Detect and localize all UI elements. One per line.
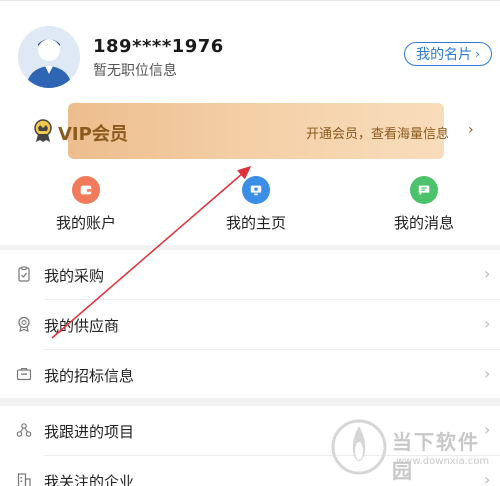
my-card-label: 我的名片 <box>416 47 473 63</box>
quick-my-messages[interactable]: 我的消息 <box>369 176 479 236</box>
quick-label: 我的消息 <box>393 214 454 232</box>
quick-label: 我的账户 <box>55 214 116 232</box>
chevron-right-icon: › <box>475 47 480 61</box>
watermark-logo-icon <box>331 419 387 475</box>
menu-label: 我跟进的项目 <box>44 423 135 441</box>
menu-label: 我的供应商 <box>44 317 120 335</box>
chevron-right-icon: › <box>484 264 491 283</box>
menu-item-my-tenders[interactable]: 我的招标信息 › <box>0 350 500 400</box>
supplier-badge-icon <box>18 316 30 332</box>
quick-my-homepage[interactable]: 我的主页 <box>201 176 311 236</box>
quick-my-account[interactable]: 我的账户 <box>31 176 141 236</box>
my-card-button[interactable]: 我的名片 › <box>404 42 492 66</box>
job-info: 暂无职位信息 <box>93 63 177 79</box>
project-icon <box>16 423 32 437</box>
user-phone: 189****1976 <box>93 36 224 57</box>
watermark: 当下软件园 www.downxia.com <box>330 418 496 483</box>
watermark-title: 当下软件园 <box>392 430 480 483</box>
profile-section: 189****1976 暂无职位信息 我的名片 › VIP会员 开通会员，查看海… <box>0 0 500 245</box>
avatar[interactable] <box>18 26 80 88</box>
divider <box>0 0 500 1</box>
vip-description: 开通会员，查看海量信息 <box>306 127 450 142</box>
menu-group-procurement: 我的采购 › 我的供应商 › 我的招标信息 › <box>0 250 500 398</box>
watermark-url: www.downxia.com <box>396 456 490 467</box>
menu-label: 我的采购 <box>44 267 105 285</box>
menu-item-my-purchases[interactable]: 我的采购 › <box>0 250 500 300</box>
wallet-icon <box>72 176 100 204</box>
quick-label: 我的主页 <box>225 214 286 232</box>
vip-banner[interactable]: VIP会员 开通会员，查看海量信息 › <box>0 100 500 162</box>
homepage-icon <box>242 176 270 204</box>
chevron-right-icon: › <box>468 122 474 138</box>
tender-icon <box>16 367 32 381</box>
vip-label: VIP会员 <box>58 124 128 145</box>
vip-crown-icon <box>34 119 52 142</box>
chevron-right-icon: › <box>484 314 491 333</box>
chevron-right-icon: › <box>484 364 491 383</box>
message-icon <box>410 176 438 204</box>
building-icon <box>17 473 31 486</box>
clipboard-icon <box>18 266 30 282</box>
menu-label: 我关注的企业 <box>44 473 135 486</box>
menu-item-my-suppliers[interactable]: 我的供应商 › <box>0 300 500 350</box>
menu-label: 我的招标信息 <box>44 367 135 385</box>
user-avatar-icon <box>18 26 80 88</box>
